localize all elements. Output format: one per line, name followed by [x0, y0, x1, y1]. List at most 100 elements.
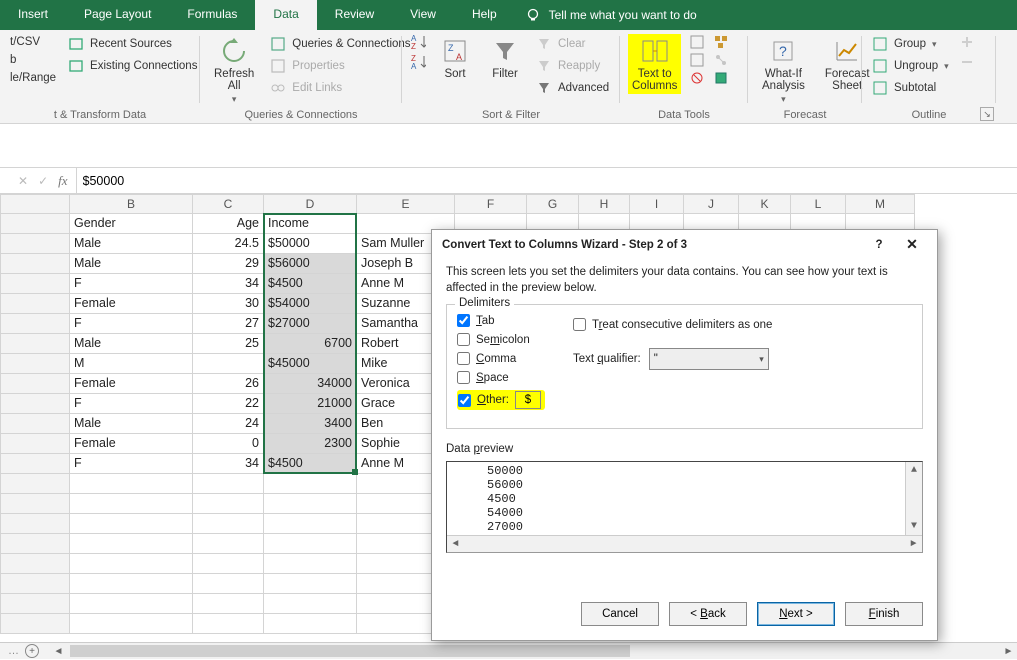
cell[interactable]: F [70, 274, 193, 294]
hide-detail-icon[interactable] [959, 54, 975, 70]
outline-dialog-launcher[interactable]: ↘ [980, 107, 994, 121]
row-header[interactable] [0, 214, 70, 234]
from-web[interactable]: b [8, 52, 58, 68]
cell[interactable]: 34 [193, 274, 264, 294]
cancel-formula-icon[interactable]: ✕ [18, 174, 28, 188]
cell[interactable] [193, 574, 264, 594]
cell[interactable] [264, 554, 357, 574]
row-header[interactable] [0, 514, 70, 534]
cell[interactable]: Income [264, 214, 357, 234]
row-header[interactable] [0, 294, 70, 314]
cell[interactable]: 0 [193, 434, 264, 454]
col-header-F[interactable]: F [455, 194, 527, 214]
cell[interactable]: 3400 [264, 414, 357, 434]
cell[interactable] [70, 594, 193, 614]
cell[interactable] [193, 534, 264, 554]
col-header-C[interactable]: C [193, 194, 264, 214]
col-header-L[interactable]: L [791, 194, 846, 214]
scrollbar-thumb[interactable] [70, 645, 630, 657]
col-header-I[interactable]: I [630, 194, 684, 214]
treat-consecutive[interactable] [573, 318, 586, 331]
back-button[interactable]: < Back [669, 602, 747, 626]
scroll-right-icon[interactable]: ► [905, 536, 922, 552]
cell[interactable]: Gender [70, 214, 193, 234]
clear-filter[interactable]: Clear [534, 34, 611, 54]
text-to-columns[interactable]: Text to Columns [628, 34, 681, 94]
col-header-B[interactable]: B [70, 194, 193, 214]
row-header[interactable] [0, 234, 70, 254]
scroll-up-icon[interactable]: ▲ [906, 462, 922, 479]
cell[interactable]: $54000 [264, 294, 357, 314]
cell[interactable]: 2300 [264, 434, 357, 454]
cell[interactable]: Female [70, 294, 193, 314]
show-detail-icon[interactable] [959, 36, 975, 52]
cell[interactable] [193, 514, 264, 534]
col-header-D[interactable]: D [264, 194, 357, 214]
recent-sources[interactable]: Recent Sources [66, 34, 199, 54]
row-header[interactable] [0, 434, 70, 454]
cell[interactable]: $4500 [264, 454, 357, 474]
consolidate-icon[interactable] [713, 34, 729, 50]
filter-button[interactable]: Filter [484, 34, 526, 82]
cell[interactable]: F [70, 454, 193, 474]
col-header-M[interactable]: M [846, 194, 915, 214]
scroll-left-icon[interactable]: ◄ [50, 643, 67, 660]
cell[interactable]: $4500 [264, 274, 357, 294]
enter-formula-icon[interactable]: ✓ [38, 174, 48, 188]
tab-data[interactable]: Data [255, 0, 316, 30]
properties[interactable]: Properties [268, 56, 412, 76]
cell[interactable]: F [70, 394, 193, 414]
row-header[interactable] [0, 594, 70, 614]
queries-connections[interactable]: Queries & Connections [268, 34, 412, 54]
cell[interactable]: Male [70, 254, 193, 274]
cell[interactable] [70, 494, 193, 514]
dialog-close-icon[interactable]: ✕ [897, 236, 927, 253]
row-header[interactable] [0, 394, 70, 414]
cell[interactable] [70, 554, 193, 574]
cell[interactable] [193, 354, 264, 374]
tab-page-layout[interactable]: Page Layout [66, 0, 169, 30]
row-header[interactable] [0, 534, 70, 554]
cell[interactable]: 21000 [264, 394, 357, 414]
cell[interactable]: 24.5 [193, 234, 264, 254]
tab-view[interactable]: View [392, 0, 454, 30]
row-header[interactable] [0, 554, 70, 574]
sort-button[interactable]: ZA Sort [434, 34, 476, 82]
remove-duplicates-icon[interactable] [689, 52, 705, 68]
cell[interactable] [70, 474, 193, 494]
cell[interactable]: 25 [193, 334, 264, 354]
dialog-help-icon[interactable]: ? [869, 239, 889, 251]
cell[interactable]: 24 [193, 414, 264, 434]
col-header-J[interactable]: J [684, 194, 739, 214]
cell[interactable]: $27000 [264, 314, 357, 334]
advanced-filter[interactable]: Advanced [534, 78, 611, 98]
cell[interactable]: F [70, 314, 193, 334]
cancel-button[interactable]: Cancel [581, 602, 659, 626]
subtotal[interactable]: Subtotal [870, 78, 951, 98]
relationships-icon[interactable] [713, 52, 729, 68]
row-header[interactable] [0, 314, 70, 334]
ungroup-rows[interactable]: Ungroup ▾ [870, 56, 951, 76]
group-rows[interactable]: Group ▾ [870, 34, 951, 54]
cell[interactable] [193, 614, 264, 634]
cell[interactable]: M [70, 354, 193, 374]
cell[interactable]: 26 [193, 374, 264, 394]
tab-help[interactable]: Help [454, 0, 515, 30]
cell[interactable]: 30 [193, 294, 264, 314]
row-header[interactable] [0, 334, 70, 354]
existing-connections[interactable]: Existing Connections [66, 56, 199, 76]
finish-button[interactable]: Finish [845, 602, 923, 626]
cell[interactable] [70, 514, 193, 534]
row-header[interactable] [0, 494, 70, 514]
formula-input[interactable] [76, 168, 1017, 193]
col-header-K[interactable]: K [739, 194, 791, 214]
reapply-filter[interactable]: Reapply [534, 56, 611, 76]
edit-links[interactable]: Edit Links [268, 78, 412, 98]
row-header[interactable] [0, 454, 70, 474]
cell[interactable] [264, 514, 357, 534]
sort-za-icon[interactable]: ZA [410, 54, 426, 70]
col-header-H[interactable]: H [579, 194, 630, 214]
row-header[interactable] [0, 414, 70, 434]
cell[interactable] [70, 614, 193, 634]
delim-semicolon[interactable] [457, 333, 470, 346]
